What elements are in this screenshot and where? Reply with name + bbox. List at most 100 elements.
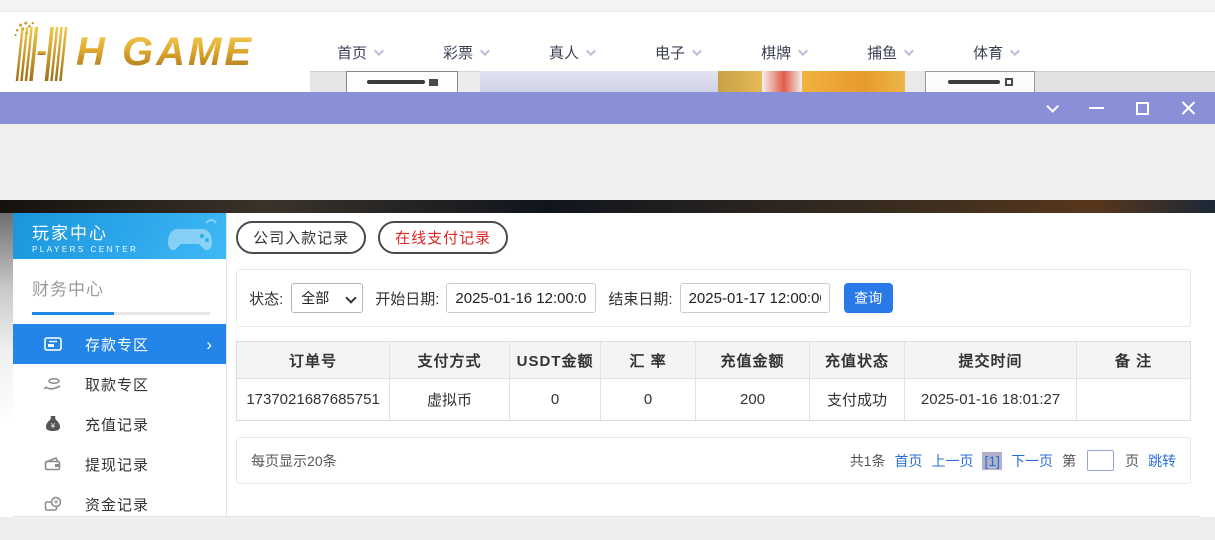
end-date-input[interactable] — [680, 283, 830, 313]
background-image-edge — [0, 200, 1215, 213]
maximize-icon[interactable] — [1127, 97, 1157, 119]
chevron-down-icon — [1010, 46, 1020, 56]
sidebar-item-label: 资金记录 — [85, 494, 149, 515]
start-date-label: 开始日期: — [375, 288, 439, 309]
deposit-card-icon — [44, 335, 62, 353]
section-title: 财务中心 — [32, 275, 226, 300]
column-header-remark: 备 注 — [1077, 342, 1191, 379]
sidebar-section: 财务中心 — [13, 259, 226, 315]
nav-label: 彩票 — [443, 42, 473, 63]
nav-label: 电子 — [655, 42, 685, 63]
table-header-row: 订单号 支付方式 USDT金额 汇 率 充值金额 充值状态 提交时间 备 注 — [237, 342, 1191, 379]
sidebar-item-deposit-zone[interactable]: 存款专区 › — [13, 324, 226, 364]
cell-recharge-amount: 200 — [696, 379, 810, 421]
chevron-down-icon — [798, 46, 808, 56]
nav-label: 首页 — [337, 42, 367, 63]
tab-company-deposit-records[interactable]: 公司入款记录 — [236, 221, 366, 254]
wallet-icon — [44, 455, 62, 473]
cell-remark — [1077, 379, 1191, 421]
column-header-rate: 汇 率 — [601, 342, 696, 379]
nav-item-chess[interactable]: 棋牌 — [730, 42, 836, 63]
withdraw-hand-icon — [44, 375, 62, 393]
column-header-submit-time: 提交时间 — [905, 342, 1077, 379]
record-tabs: 公司入款记录 在线支付记录 — [236, 221, 1191, 254]
background-remnants — [0, 71, 1215, 92]
end-date-label: 结束日期: — [608, 288, 672, 309]
records-table: 订单号 支付方式 USDT金额 汇 率 充值金额 充值状态 提交时间 备 注 1… — [236, 341, 1191, 421]
next-page-link[interactable]: 下一页 — [1011, 451, 1053, 471]
pager: 共1条 首页 上一页 [1] 下一页 第 页 跳转 — [850, 450, 1176, 471]
search-button[interactable]: 查询 — [844, 283, 893, 313]
left-edge-shadow — [0, 213, 13, 517]
chevron-down-icon — [586, 46, 596, 56]
filter-bar: 状态: 全部 开始日期: 结束日期: 查询 — [236, 269, 1191, 327]
nav-label: 棋牌 — [761, 42, 791, 63]
jump-link[interactable]: 跳转 — [1148, 451, 1176, 471]
sidebar-item-recharge-records[interactable]: ¥ 充值记录 — [13, 404, 226, 444]
page-size-text: 每页显示20条 — [251, 451, 337, 471]
prev-page-link[interactable]: 上一页 — [931, 451, 973, 471]
site-header: H GAME 首页 彩票 真人 电子 棋牌 捕鱼 体育 — [0, 12, 1215, 92]
nav-item-home[interactable]: 首页 — [306, 42, 412, 63]
nav-item-live[interactable]: 真人 — [518, 42, 624, 63]
section-underline — [32, 312, 210, 315]
sidebar-item-label: 充值记录 — [85, 414, 149, 435]
status-select[interactable]: 全部 — [291, 283, 363, 313]
gamepad-icon — [166, 217, 218, 257]
chevron-down-icon — [374, 46, 384, 56]
cell-pay-method: 虚拟币 — [390, 379, 510, 421]
sidebar-item-withdraw-zone[interactable]: 取款专区 — [13, 364, 226, 404]
content-panel: 公司入款记录 在线支付记录 状态: 全部 开始日期: 结束日期: 查询 — [227, 213, 1200, 517]
sidebar-item-label: 存款专区 — [85, 334, 149, 355]
chevron-down-icon — [692, 46, 702, 56]
sidebar-item-withdrawal-records[interactable]: 提现记录 — [13, 444, 226, 484]
cell-order-no: 1737021687685751 — [237, 379, 390, 421]
status-label: 状态: — [249, 288, 283, 309]
nav-label: 捕鱼 — [867, 42, 897, 63]
total-count-text: 共1条 — [850, 451, 886, 471]
funds-coin-icon: ¥ — [44, 495, 62, 513]
pagination-bar: 每页显示20条 共1条 首页 上一页 [1] 下一页 第 页 跳转 — [236, 437, 1191, 484]
main-nav: 首页 彩票 真人 电子 棋牌 捕鱼 体育 — [306, 42, 1048, 63]
background-gap — [0, 124, 1215, 200]
current-page-indicator: [1] — [982, 452, 1002, 470]
column-header-order-no: 订单号 — [237, 342, 390, 379]
chevron-down-icon — [904, 46, 914, 56]
nav-label: 体育 — [973, 42, 1003, 63]
page-prefix-text: 第 — [1062, 451, 1076, 471]
sidebar-menu: 存款专区 › 取款专区 ¥ 充值记录 提现记录 — [13, 324, 226, 524]
table-row: 1737021687685751 虚拟币 0 0 200 支付成功 2025-0… — [237, 379, 1191, 421]
top-strip — [0, 0, 1215, 12]
window-title-bar — [0, 92, 1215, 124]
chevron-down-icon — [480, 46, 490, 56]
sidebar-item-funds-records[interactable]: ¥ 资金记录 — [13, 484, 226, 524]
cell-submit-time: 2025-01-16 18:01:27 — [905, 379, 1077, 421]
sidebar-item-label: 取款专区 — [85, 374, 149, 395]
column-header-usdt-amount: USDT金额 — [510, 342, 601, 379]
first-page-link[interactable]: 首页 — [894, 451, 922, 471]
svg-text:¥: ¥ — [54, 499, 59, 507]
page-suffix-text: 页 — [1125, 451, 1139, 471]
cell-recharge-status: 支付成功 — [810, 379, 905, 421]
logo-text: H GAME — [76, 32, 254, 72]
sidebar: 玩家中心 PLAYERS CENTER 财务中心 存款专区 › — [13, 213, 227, 517]
page-number-input[interactable] — [1087, 450, 1114, 471]
close-icon[interactable] — [1173, 97, 1203, 119]
collapse-chevron-icon[interactable] — [1035, 97, 1065, 119]
nav-item-lottery[interactable]: 彩票 — [412, 42, 518, 63]
column-header-pay-method: 支付方式 — [390, 342, 510, 379]
nav-item-slots[interactable]: 电子 — [624, 42, 730, 63]
moneybag-icon: ¥ — [44, 415, 62, 433]
sidebar-header: 玩家中心 PLAYERS CENTER — [13, 213, 226, 259]
nav-item-fishing[interactable]: 捕鱼 — [836, 42, 942, 63]
start-date-input[interactable] — [446, 283, 596, 313]
cell-rate: 0 — [601, 379, 696, 421]
main-region: 玩家中心 PLAYERS CENTER 财务中心 存款专区 › — [0, 213, 1215, 517]
nav-item-sports[interactable]: 体育 — [942, 42, 1048, 63]
column-header-recharge-status: 充值状态 — [810, 342, 905, 379]
right-edge — [1200, 213, 1215, 517]
minimize-icon[interactable] — [1081, 97, 1111, 119]
svg-text:¥: ¥ — [51, 422, 56, 430]
tab-online-payment-records[interactable]: 在线支付记录 — [378, 221, 508, 254]
chevron-right-icon: › — [206, 336, 212, 353]
